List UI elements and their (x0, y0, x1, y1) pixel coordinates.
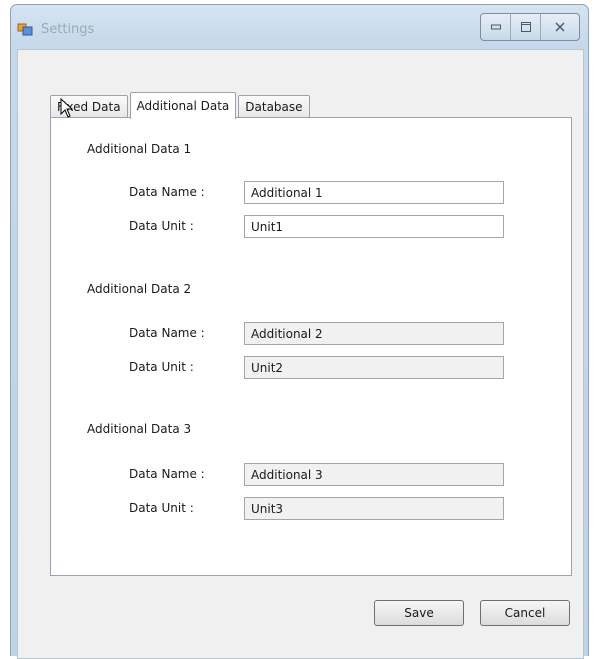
data-name-input-1[interactable] (244, 181, 504, 204)
window-title: Settings (41, 22, 95, 37)
save-button[interactable]: Save (374, 600, 464, 626)
data-unit-label-3: Data Unit : (129, 501, 194, 515)
data-name-input-3[interactable] (244, 463, 504, 486)
minimize-button[interactable] (481, 14, 512, 40)
settings-window: Settings Fixed Data Additional Data Data… (10, 4, 589, 659)
settings-app-icon (17, 23, 33, 36)
data-unit-input-1[interactable] (244, 215, 504, 238)
mouse-pointer-icon (60, 98, 74, 118)
maximize-icon (520, 22, 531, 32)
caption-buttons (480, 13, 580, 41)
title-bar[interactable]: Settings (11, 5, 588, 49)
data-name-label-2: Data Name : (129, 326, 205, 340)
minimize-icon (490, 24, 501, 30)
data-name-label-1: Data Name : (129, 185, 205, 199)
group-title-additional-data-3: Additional Data 3 (87, 422, 192, 436)
data-unit-input-3[interactable] (244, 497, 504, 520)
tab-additional-data[interactable]: Additional Data (129, 92, 237, 119)
additional-data-panel: Additional Data 1 Data Name : Data Unit … (50, 117, 572, 576)
cancel-button[interactable]: Cancel (480, 600, 570, 626)
maximize-button[interactable] (511, 14, 542, 40)
close-icon (555, 22, 565, 32)
client-area: Fixed Data Additional Data Database Addi… (17, 49, 584, 659)
close-button[interactable] (541, 14, 579, 40)
tab-strip: Fixed Data Additional Data Database (50, 92, 312, 119)
tab-database[interactable]: Database (238, 95, 310, 118)
data-unit-label-2: Data Unit : (129, 360, 194, 374)
group-title-additional-data-2: Additional Data 2 (87, 282, 192, 296)
group-title-additional-data-1: Additional Data 1 (87, 142, 192, 156)
data-unit-label-1: Data Unit : (129, 219, 194, 233)
data-name-input-2[interactable] (244, 322, 504, 345)
data-unit-input-2[interactable] (244, 356, 504, 379)
data-name-label-3: Data Name : (129, 467, 205, 481)
